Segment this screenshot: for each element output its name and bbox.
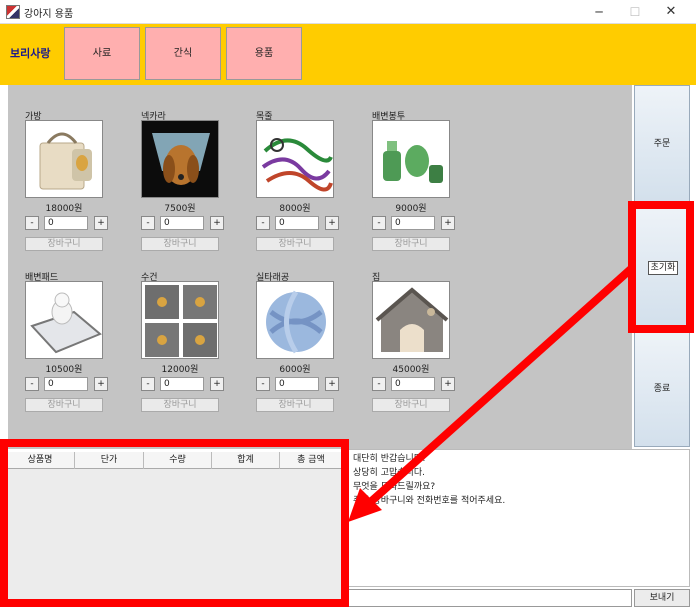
annotation-arrow [348,265,635,522]
